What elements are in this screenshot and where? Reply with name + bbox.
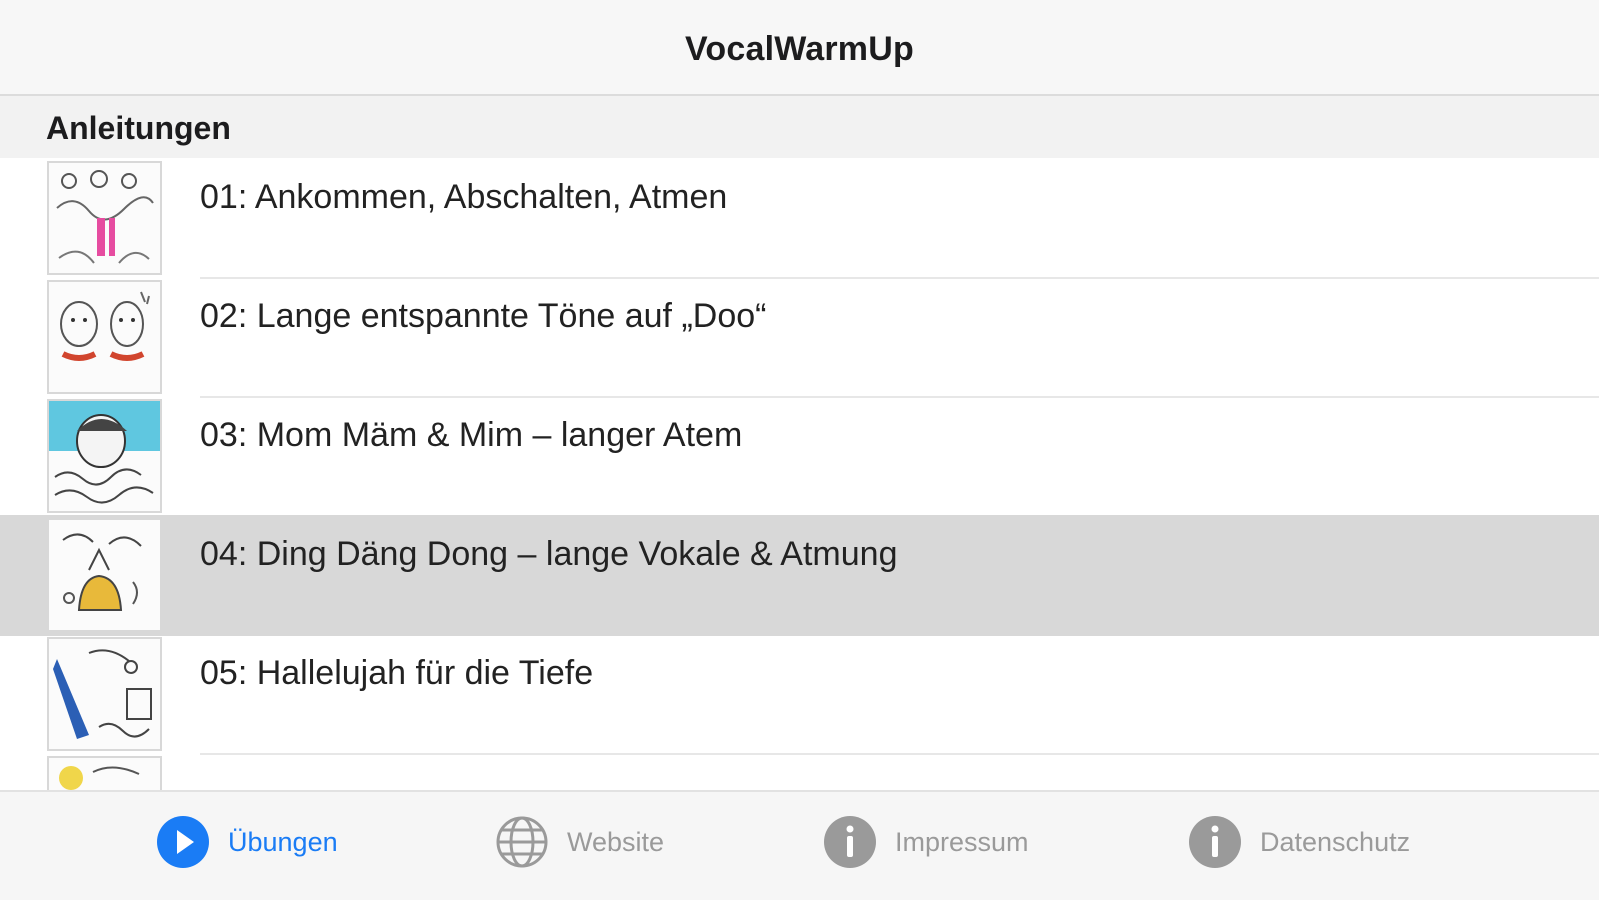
exercise-label: 01: Ankommen, Abschalten, Atmen [200, 178, 728, 216]
exercise-row-partial[interactable] [0, 753, 1599, 790]
exercise-thumbnail [47, 280, 162, 394]
exercise-thumbnail [47, 518, 162, 632]
section-header: Anleitungen [0, 96, 1599, 158]
exercise-row-selected[interactable]: 04: Ding Däng Dong – lange Vokale & Atmu… [0, 515, 1599, 636]
tab-datenschutz[interactable]: Datenschutz [1188, 814, 1410, 870]
tab-label: Übungen [228, 826, 338, 857]
exercise-row[interactable]: 02: Lange entspannte Töne auf „Doo“ [0, 277, 1599, 398]
exercise-row[interactable]: 05: Hallelujah für die Tiefe [0, 634, 1599, 755]
navigation-bar: VocalWarmUp [0, 0, 1599, 96]
info-icon [1189, 816, 1241, 868]
app-title: VocalWarmUp [685, 29, 914, 68]
section-title: Anleitungen [46, 110, 231, 146]
tab-uebungen[interactable]: Übungen [156, 814, 338, 870]
exercise-thumbnail [47, 399, 162, 513]
tab-label: Website [567, 826, 665, 857]
exercise-label: 03: Mom Mäm & Mim – langer Atem [200, 416, 743, 454]
tab-bar: Übungen Website Impressum Datenschutz [0, 790, 1599, 900]
tab-label: Impressum [895, 826, 1029, 857]
exercise-thumbnail [47, 637, 162, 751]
exercise-label: 05: Hallelujah für die Tiefe [200, 654, 594, 692]
tab-website[interactable]: Website [495, 814, 664, 870]
tab-label: Datenschutz [1260, 826, 1411, 857]
exercise-label: 02: Lange entspannte Töne auf „Doo“ [200, 297, 767, 335]
globe-icon [496, 816, 548, 868]
tab-impressum[interactable]: Impressum [823, 814, 1029, 870]
play-circle-icon [157, 816, 209, 868]
exercise-row[interactable]: 03: Mom Mäm & Mim – langer Atem [0, 396, 1599, 517]
exercise-list[interactable]: 01: Ankommen, Abschalten, Atmen 02: Lang… [0, 158, 1599, 790]
exercise-thumbnail [47, 756, 162, 790]
exercise-label: 04: Ding Däng Dong – lange Vokale & Atmu… [200, 535, 898, 573]
info-icon [824, 816, 876, 868]
exercise-thumbnail [47, 161, 162, 275]
exercise-row[interactable]: 01: Ankommen, Abschalten, Atmen [0, 158, 1599, 279]
